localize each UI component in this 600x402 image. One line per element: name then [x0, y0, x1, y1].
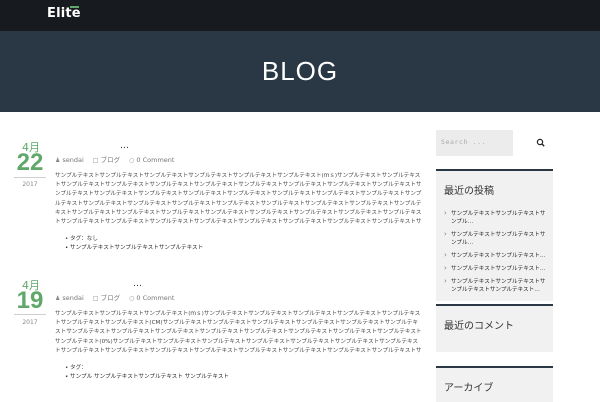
recent-posts-list: サンプルテキストサンプルテキストサンプル… サンプルテキストサンプルテキストサン… — [444, 209, 551, 299]
post-title[interactable]: … — [120, 141, 129, 151]
widget-recent-comments: 最近のコメント — [436, 304, 553, 352]
post-excerpt: サンプルテキストサンプルテキストサンプルテキストサンプルテキストサンプルテキスト… — [55, 173, 422, 226]
search-placeholder: Search ... — [441, 138, 487, 146]
post-date-day: 19 — [16, 287, 44, 314]
post-excerpt: サンプルテキストサンプルテキストサンプルテキスト(ｍｓ)サンプルテキストサンプル… — [55, 311, 422, 354]
widget-title: 最近の投稿 — [444, 186, 494, 197]
recent-post-link[interactable]: サンプルテキストサンプルテキストサンプル… — [444, 209, 551, 226]
user-icon: ♟ — [55, 157, 61, 164]
post-date-day: 22 — [16, 149, 44, 176]
date-divider — [14, 177, 46, 178]
folder-icon: □ — [92, 295, 99, 302]
post-tags: タグ： サンプル サンプルテキストサンプルテキスト サンプルテキスト — [65, 364, 229, 382]
recent-post-link[interactable]: サンプルテキストサンプルテキスト… — [444, 264, 551, 273]
post-comments-link[interactable]: 0 Comment — [136, 156, 174, 164]
comment-icon: ○ — [129, 295, 135, 302]
logo-accent-bar — [70, 6, 79, 8]
recent-post-link[interactable]: サンプルテキストサンプルテキストサンプル… — [444, 230, 551, 247]
post-read-more-link[interactable]: サンプルテキストサンプルテキストサンプルテキスト — [65, 244, 203, 253]
user-icon: ♟ — [55, 295, 61, 302]
post-date-year: 2017 — [22, 319, 38, 326]
comment-icon: ○ — [129, 157, 135, 164]
date-divider — [14, 314, 46, 315]
search-icon — [536, 138, 545, 147]
page-title: BLOG — [261, 56, 339, 86]
recent-post-link[interactable]: サンプルテキストサンプルテキスト… — [444, 251, 551, 260]
widget-recent-posts: 最近の投稿 サンプルテキストサンプルテキストサンプル… サンプルテキストサンプル… — [436, 169, 553, 301]
post-category[interactable]: ブログ — [101, 294, 121, 302]
post-tags: タグ：なし サンプルテキストサンプルテキストサンプルテキスト — [65, 235, 203, 253]
post-category[interactable]: ブログ — [101, 156, 121, 164]
top-navbar: Elite — [0, 0, 600, 31]
post-title[interactable]: … — [133, 279, 142, 289]
search-button[interactable] — [532, 134, 552, 152]
widget-title: 最近のコメント — [444, 321, 514, 332]
post-meta: ♟ sendai □ ブログ ○ 0 Comment — [55, 292, 177, 302]
page-hero: BLOG — [0, 31, 600, 112]
post-author[interactable]: sendai — [62, 156, 83, 164]
post-meta: ♟ sendai □ ブログ ○ 0 Comment — [55, 154, 177, 164]
site-logo[interactable]: Elite — [47, 6, 81, 21]
widget-title: アーカイブ — [444, 383, 494, 394]
post-comments-link[interactable]: 0 Comment — [136, 294, 174, 302]
tag-label: タグ：なし — [65, 235, 203, 244]
widget-archives: アーカイブ — [436, 366, 553, 402]
post-author[interactable]: sendai — [62, 294, 83, 302]
post-date-year: 2017 — [22, 181, 38, 188]
folder-icon: □ — [92, 157, 99, 164]
post-read-more-link[interactable]: サンプル サンプルテキストサンプルテキスト サンプルテキスト — [65, 373, 229, 382]
tag-label: タグ： — [65, 364, 229, 373]
recent-post-link[interactable]: サンプルテキストサンプルテキストサンプルテキストサンプルテキスト… — [444, 277, 551, 294]
